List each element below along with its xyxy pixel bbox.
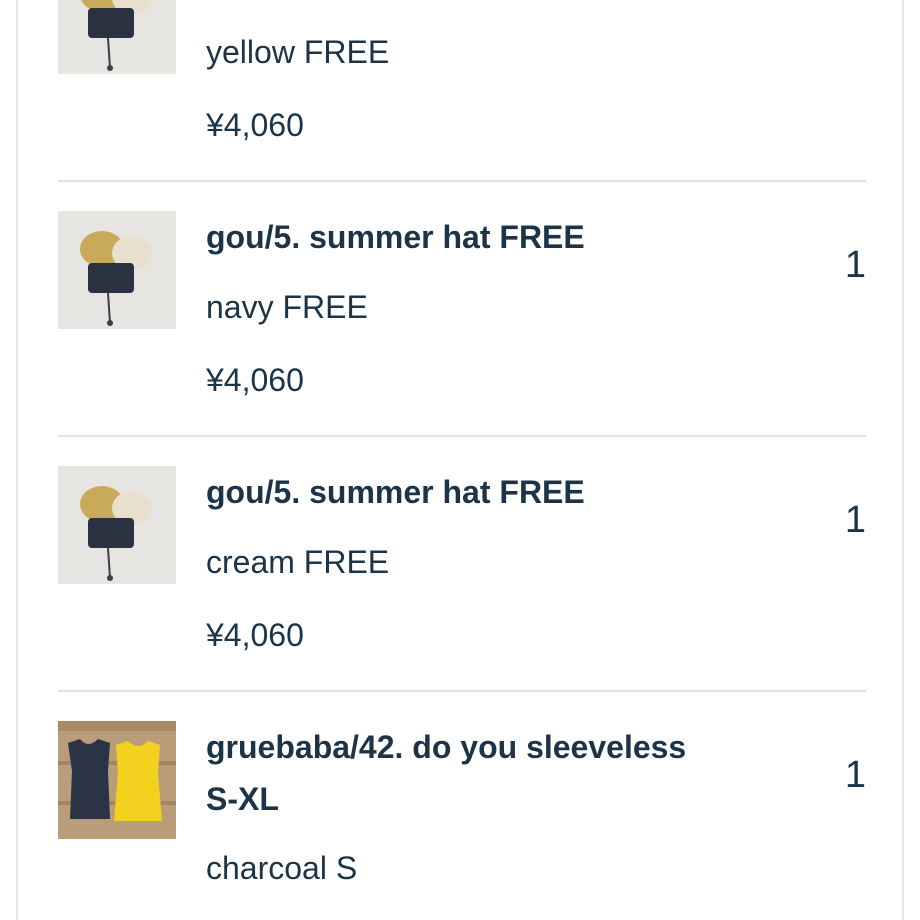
price-label: ¥4,060 (206, 617, 304, 653)
product-name[interactable]: gruebaba/42. do you sleeveless S-XL (206, 721, 786, 825)
quantity-value: 1 (844, 244, 866, 286)
item-divider (58, 690, 866, 692)
product-name-line: gruebaba/42. do you sleeveless (206, 729, 687, 765)
price-label: ¥4,060 (206, 107, 304, 143)
product-name-line: S-XL (206, 781, 279, 817)
summer-hat-thumbnail[interactable] (58, 0, 176, 74)
quantity-value: 1 (844, 754, 866, 796)
summer-hat-photo-icon (58, 466, 176, 584)
sleeveless-top-photo-icon (58, 721, 176, 839)
cart-item[interactable]: gou/5. summer hat FREE 1 cream FREE ¥4,0… (58, 466, 866, 676)
summer-hat-thumbnail[interactable] (58, 211, 176, 329)
sleeveless-top-thumbnail[interactable] (58, 721, 176, 839)
variant-label: charcoal S (206, 850, 358, 886)
cart-item[interactable]: 1 yellow FREE ¥4,060 (58, 0, 866, 166)
cart-item[interactable]: gou/5. summer hat FREE 1 navy FREE ¥4,06… (58, 211, 866, 421)
item-divider (58, 180, 866, 182)
price-label: ¥4,060 (206, 362, 304, 398)
variant-label: cream FREE (206, 544, 390, 580)
variant-label: yellow FREE (206, 34, 390, 70)
product-name[interactable]: gou/5. summer hat FREE (206, 466, 786, 518)
summer-hat-photo-icon (58, 211, 176, 329)
cart-item[interactable]: gruebaba/42. do you sleeveless S-XL 1 ch… (58, 721, 866, 920)
cart-item-list: 1 yellow FREE ¥4,060 gou/5. summer hat F… (16, 0, 904, 920)
item-divider (58, 435, 866, 437)
summer-hat-thumbnail[interactable] (58, 466, 176, 584)
variant-label: navy FREE (206, 289, 368, 325)
quantity-value: 1 (844, 499, 866, 541)
product-name[interactable]: gou/5. summer hat FREE (206, 211, 786, 263)
summer-hat-photo-icon (58, 0, 176, 74)
